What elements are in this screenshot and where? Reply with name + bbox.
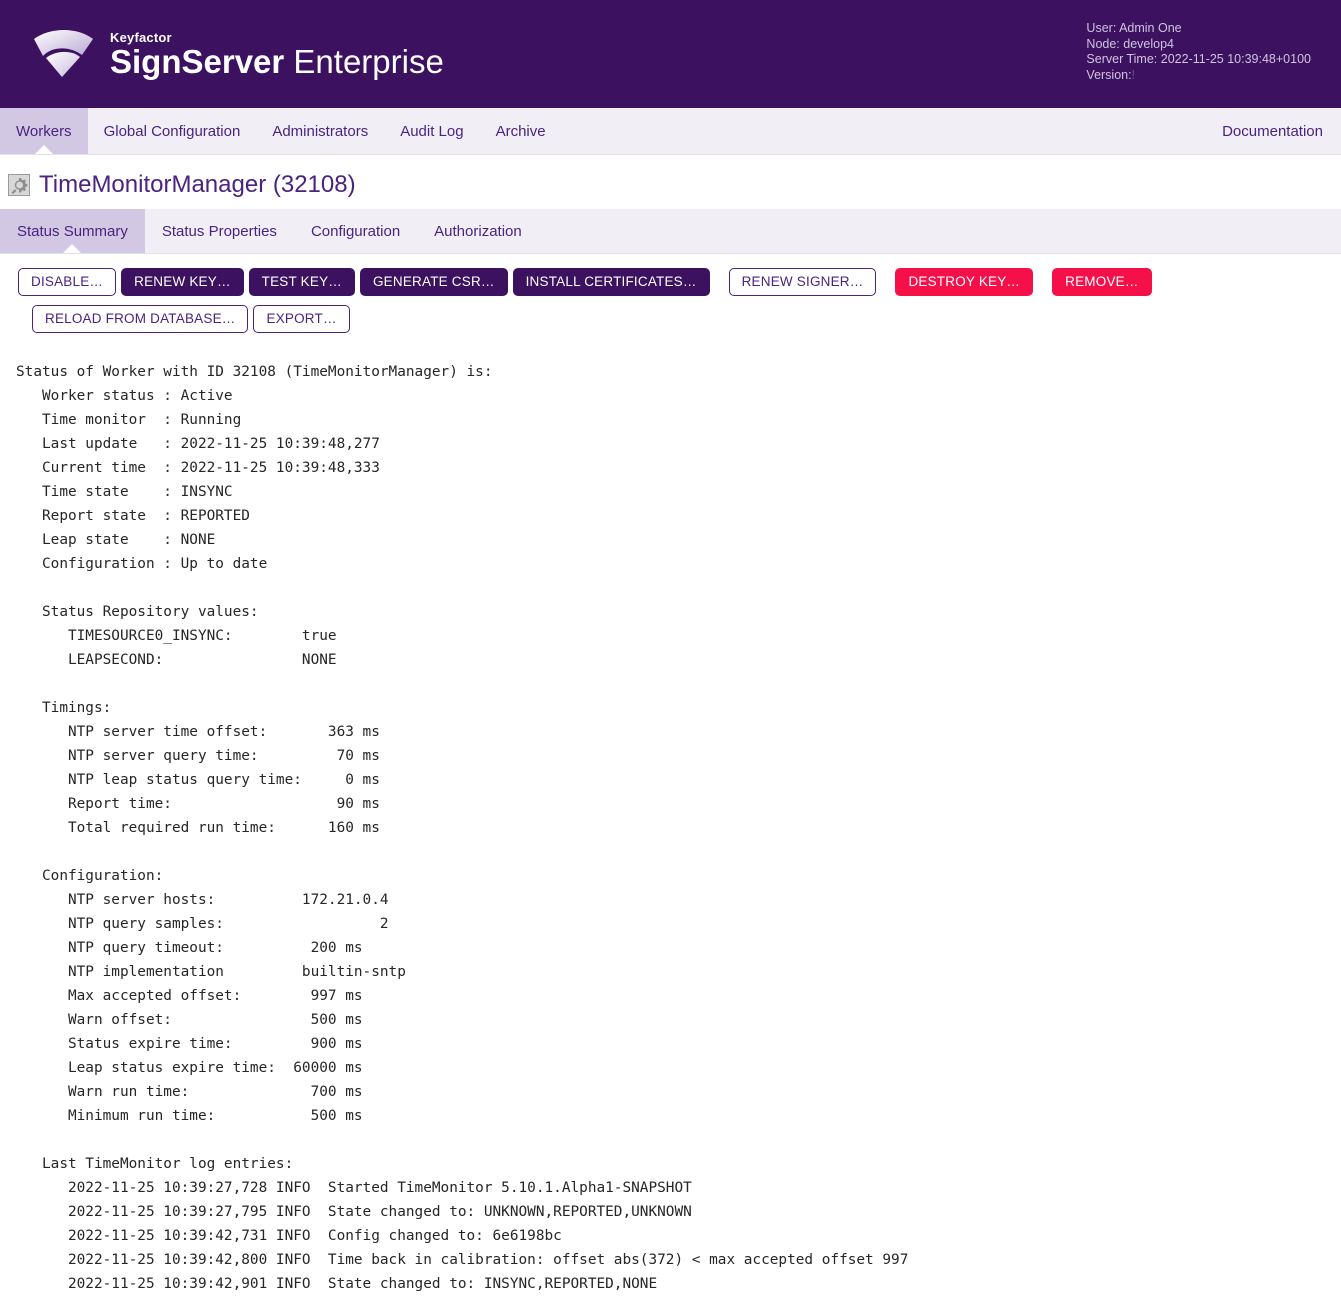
renew-signer-button[interactable]: RENEW SIGNER… (728, 268, 877, 296)
tab-configuration[interactable]: Configuration (294, 209, 417, 253)
meta-user: User: Admin One (1086, 21, 1182, 35)
meta-node: Node: develop4 (1086, 36, 1174, 51)
meta-version-value: ! (1131, 67, 1136, 82)
nav-item-global-configuration[interactable]: Global Configuration (88, 108, 257, 154)
nav-item-administrators[interactable]: Administrators (256, 108, 384, 154)
worker-status-summary-text: Status of Worker with ID 32108 (TimeMoni… (16, 364, 909, 1292)
nav-item-archive-label: Archive (495, 122, 546, 140)
meta-version: Version:! (1086, 68, 1311, 84)
worker-action-toolbar: DISABLE… RENEW KEY… TEST KEY… GENERATE C… (0, 254, 1318, 342)
nav-item-global-configuration-label: Global Configuration (103, 122, 241, 140)
remove-button[interactable]: REMOVE… (1052, 268, 1152, 296)
app-header: Keyfactor SignServer Enterprise User: Ad… (0, 0, 1341, 108)
nav-item-audit-log[interactable]: Audit Log (384, 108, 479, 154)
main-navigation: Workers Global Configuration Administrat… (0, 108, 1341, 155)
install-certificates-button[interactable]: INSTALL CERTIFICATES… (512, 268, 710, 296)
tab-status-properties[interactable]: Status Properties (145, 209, 294, 253)
renew-key-button[interactable]: RENEW KEY… (121, 268, 244, 296)
brand-logo: Keyfactor SignServer Enterprise (0, 0, 444, 108)
meta-server-time: Server Time: 2022-11-25 10:39:48+0100 (1086, 52, 1311, 66)
tab-configuration-label: Configuration (310, 222, 401, 240)
documentation-link[interactable]: Documentation (1222, 123, 1323, 140)
nav-item-workers[interactable]: Workers (0, 108, 88, 154)
tab-status-summary-label: Status Summary (17, 222, 128, 240)
reload-from-database-button[interactable]: RELOAD FROM DATABASE… (32, 305, 249, 333)
page-title: TimeMonitorManager (32108) (39, 171, 356, 198)
tab-status-summary[interactable]: Status Summary (0, 209, 145, 253)
nav-item-workers-label: Workers (16, 122, 72, 140)
generate-csr-button[interactable]: GENERATE CSR… (359, 268, 508, 296)
main-nav-right: Documentation (1222, 108, 1341, 154)
nav-item-audit-log-label: Audit Log (400, 122, 464, 140)
export-button[interactable]: EXPORT… (253, 305, 350, 333)
page-title-row: TimeMonitorManager (32108) (0, 155, 1341, 209)
worker-subtabs: Status Summary Status Properties Configu… (0, 209, 1341, 254)
meta-version-label: Version: (1086, 67, 1132, 82)
nav-item-archive[interactable]: Archive (480, 108, 562, 154)
destroy-key-button[interactable]: DESTROY KEY… (895, 268, 1034, 296)
tab-authorization-label: Authorization (434, 222, 522, 240)
nav-item-administrators-label: Administrators (272, 122, 369, 140)
disable-button[interactable]: DISABLE… (18, 268, 117, 296)
worker-gear-icon (8, 174, 30, 196)
tab-status-properties-label: Status Properties (161, 222, 277, 240)
brand-signserver-label: SignServer (110, 42, 285, 80)
main-nav-items: Workers Global Configuration Administrat… (0, 108, 562, 154)
test-key-button[interactable]: TEST KEY… (248, 268, 355, 296)
session-meta: User: Admin One Node: develop4 Server Ti… (1086, 21, 1311, 83)
tab-authorization[interactable]: Authorization (417, 209, 539, 253)
signserver-logo-icon (30, 25, 98, 83)
brand-enterprise-label: Enterprise (293, 42, 444, 80)
